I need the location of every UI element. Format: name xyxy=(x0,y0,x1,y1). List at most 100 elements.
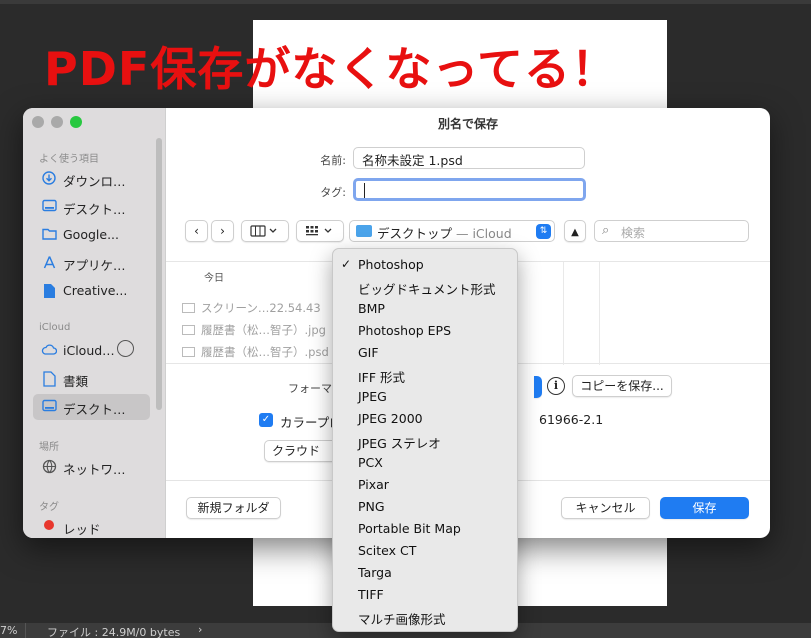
menu-item-jpeg-stereo[interactable]: JPEG ステレオ xyxy=(333,430,519,452)
image-file-icon xyxy=(182,325,195,335)
columns-view-icon xyxy=(250,225,277,237)
red-tag-icon xyxy=(41,519,57,535)
menu-item-portable-bit-map[interactable]: Portable Bit Map xyxy=(333,518,519,540)
minimize-window-button[interactable] xyxy=(51,116,63,128)
search-icon: ⌕ xyxy=(602,223,610,238)
sidebar-item-icloud-desktop[interactable]: デスクト… xyxy=(33,394,150,420)
menu-item-tiff[interactable]: TIFF xyxy=(333,584,519,606)
menu-item-large-document[interactable]: ビッグドキュメント形式 xyxy=(333,276,519,298)
sidebar-item-google[interactable]: Google... xyxy=(33,222,150,248)
chevron-up-icon: ▲ xyxy=(571,227,579,238)
sidebar-section-favorites: よく使う項目 xyxy=(39,154,99,165)
menu-item-gif[interactable]: GIF xyxy=(333,342,519,364)
annotation-text: PDF保存がなくなってる！ xyxy=(44,42,619,96)
menu-item-jpeg[interactable]: JPEG xyxy=(333,386,519,408)
sidebar-item-applications[interactable]: アプリケ… xyxy=(33,250,150,276)
menu-item-photoshop-eps[interactable]: Photoshop EPS xyxy=(333,320,519,342)
chevron-left-icon: ‹ xyxy=(194,224,199,238)
view-columns-button[interactable] xyxy=(241,220,289,242)
menu-item-label: Pixar xyxy=(358,477,389,492)
updown-arrows-icon: ⇅ xyxy=(536,224,551,239)
zoom-window-button[interactable] xyxy=(70,116,82,128)
sidebar-item-label: デスクト… xyxy=(63,402,126,417)
tag-label: タグ: xyxy=(320,186,346,199)
grid-group-icon xyxy=(306,226,332,236)
sidebar-item-documents[interactable]: 書類 xyxy=(33,366,150,392)
desktop-icon xyxy=(41,399,57,415)
sidebar-section-icloud: iCloud xyxy=(39,322,71,333)
file-row[interactable]: 履歴書（松…智子）.psd xyxy=(182,344,329,360)
menu-item-multi-picture[interactable]: マルチ画像形式 xyxy=(333,606,519,628)
menu-item-iff[interactable]: IFF 形式 xyxy=(333,364,519,386)
menu-item-label: PNG xyxy=(358,499,385,514)
location-popup[interactable]: デスクトップ — iCloud ⇅ xyxy=(349,220,555,242)
info-icon[interactable]: i xyxy=(547,377,565,395)
save-button[interactable]: 保存 xyxy=(660,497,749,519)
menu-item-label: TIFF xyxy=(358,587,384,602)
column-header-today: 今日 xyxy=(204,273,224,284)
search-placeholder: 検索 xyxy=(621,226,646,240)
format-popup-edge[interactable] xyxy=(534,376,542,398)
file-size-info: ファイル : 24.9M/0 bytes xyxy=(47,626,181,638)
file-row[interactable]: スクリーン…22.54.43 xyxy=(182,300,321,316)
status-menu-arrow-icon[interactable]: › xyxy=(198,623,202,636)
status-separator xyxy=(25,623,26,638)
sidebar-scrollbar[interactable] xyxy=(156,138,162,410)
file-row[interactable]: 履歴書（松…智子）.jpg xyxy=(182,322,326,338)
menu-item-jpeg-2000[interactable]: JPEG 2000 xyxy=(333,408,519,430)
collapse-button[interactable]: ▲ xyxy=(564,220,586,242)
menu-item-pixar[interactable]: Pixar xyxy=(333,474,519,496)
menu-item-label: マルチ画像形式 xyxy=(358,612,446,627)
file-name: 履歴書（松…智子）.jpg xyxy=(201,323,326,337)
back-button[interactable]: ‹ xyxy=(185,220,208,242)
sidebar-item-icloud-drive[interactable]: iCloud… xyxy=(33,338,150,364)
cancel-button[interactable]: キャンセル xyxy=(561,497,650,519)
menu-item-png[interactable]: PNG xyxy=(333,496,519,518)
menu-item-photoshop[interactable]: ✓ Photoshop xyxy=(333,254,519,276)
photoshop-top-bar xyxy=(0,0,811,4)
menu-item-label: JPEG 2000 xyxy=(358,411,423,426)
menu-item-label: BMP xyxy=(358,301,385,316)
menu-item-pcx[interactable]: PCX xyxy=(333,452,519,474)
sidebar-item-network[interactable]: ネットワ… xyxy=(33,454,150,480)
save-copy-button[interactable]: コピーを保存... xyxy=(572,375,672,397)
new-folder-button[interactable]: 新規フォルダ xyxy=(186,497,281,519)
menu-item-scitex-ct[interactable]: Scitex CT xyxy=(333,540,519,562)
network-icon xyxy=(41,459,57,475)
menu-item-label: Photoshop EPS xyxy=(358,323,452,338)
filename-field[interactable]: 名称未設定 1.psd xyxy=(353,147,585,169)
sidebar-item-desktop[interactable]: デスクト… xyxy=(33,194,150,220)
menu-item-label: Scitex CT xyxy=(358,543,417,558)
menu-item-label: PCX xyxy=(358,455,383,470)
location-sub: — iCloud xyxy=(452,226,512,241)
menu-item-label: Targa xyxy=(358,565,392,580)
image-file-icon xyxy=(182,347,195,357)
folder-icon xyxy=(356,225,372,237)
sidebar-item-label: 書類 xyxy=(63,374,89,389)
sidebar-item-label: Creative... xyxy=(63,283,128,298)
menu-item-targa[interactable]: Targa xyxy=(333,562,519,584)
sidebar-item-downloads[interactable]: ダウンロ… xyxy=(33,166,150,192)
sidebar-item-label: ダウンロ… xyxy=(63,174,126,189)
group-by-button[interactable] xyxy=(296,220,344,242)
search-field[interactable]: ⌕ 検索 xyxy=(594,220,749,242)
forward-button[interactable]: › xyxy=(211,220,234,242)
close-window-button[interactable] xyxy=(32,116,44,128)
desktop-icon xyxy=(41,199,57,215)
file-name: スクリーン…22.54.43 xyxy=(201,301,321,315)
menu-item-label: IFF 形式 xyxy=(358,370,406,385)
folder-icon xyxy=(41,227,57,243)
finder-sidebar: よく使う項目 ダウンロ… デスクト… Google... アプリケ… Creat… xyxy=(23,108,166,538)
color-profile-checkbox[interactable]: ✓ xyxy=(259,413,273,427)
color-profile-value: 61966-2.1 xyxy=(539,412,604,427)
sidebar-item-label: アプリケ… xyxy=(63,258,126,273)
document-icon xyxy=(41,371,57,387)
sync-progress-icon xyxy=(117,340,134,357)
tag-field[interactable] xyxy=(353,178,586,201)
sidebar-item-tag-red[interactable]: レッド xyxy=(33,514,150,538)
sidebar-item-label: Google... xyxy=(63,227,119,242)
sidebar-item-creative[interactable]: Creative... xyxy=(33,278,150,304)
location-label: デスクトップ — iCloud xyxy=(377,223,512,242)
sidebar-item-label: レッド xyxy=(63,522,101,537)
menu-item-bmp[interactable]: BMP xyxy=(333,298,519,320)
